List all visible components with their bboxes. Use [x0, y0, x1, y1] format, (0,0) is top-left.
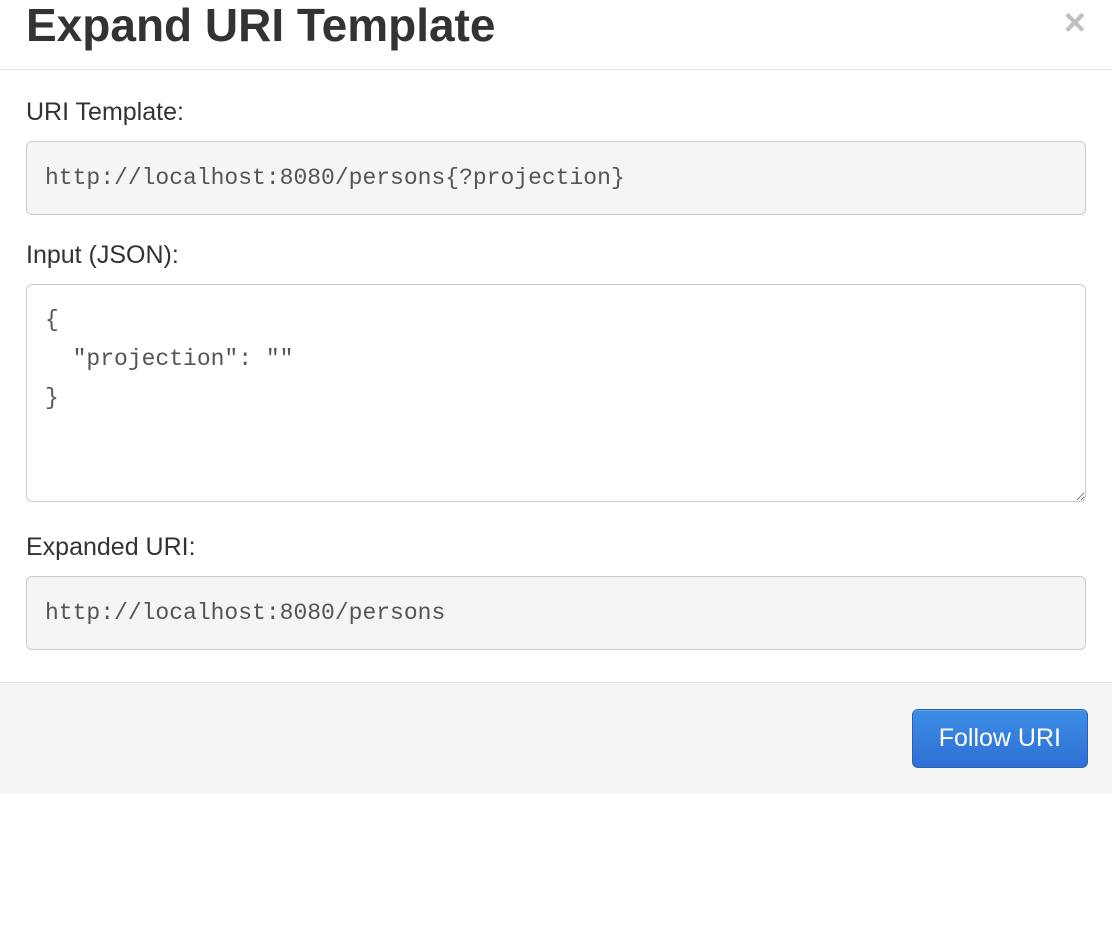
follow-uri-button[interactable]: Follow URI	[912, 709, 1088, 768]
expanded-uri-field: http://localhost:8080/persons	[26, 576, 1086, 650]
uri-template-label: URI Template:	[26, 98, 1086, 127]
close-button[interactable]: ×	[1064, 4, 1086, 42]
close-icon: ×	[1064, 2, 1086, 44]
input-json-textarea[interactable]	[26, 284, 1086, 502]
uri-template-field: http://localhost:8080/persons{?projectio…	[26, 141, 1086, 215]
input-json-label: Input (JSON):	[26, 241, 1086, 270]
modal-title: Expand URI Template	[26, 0, 495, 51]
expanded-uri-label: Expanded URI:	[26, 533, 1086, 562]
modal-footer: Follow URI	[0, 682, 1112, 794]
modal-header: Expand URI Template ×	[0, 0, 1112, 70]
expand-uri-template-modal: Expand URI Template × URI Template: http…	[0, 0, 1112, 794]
modal-body: URI Template: http://localhost:8080/pers…	[0, 70, 1112, 682]
